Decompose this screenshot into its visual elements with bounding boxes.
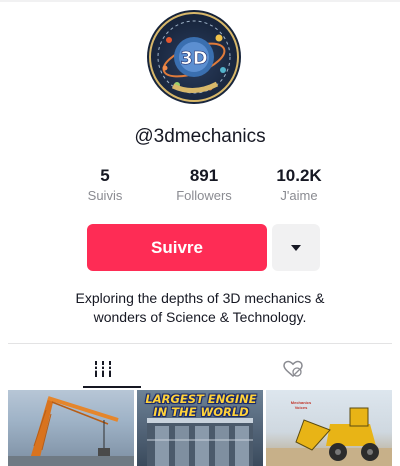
caret-down-icon — [291, 245, 301, 251]
stat-followers[interactable]: 891 Followers — [163, 166, 245, 205]
stat-following-label: Suivis — [87, 188, 123, 203]
video-grid: LARGEST ENGINE IN THE WORLD Mechanics Vo… — [8, 390, 392, 466]
profile-bio: Exploring the depths of 3D mechanics & w… — [40, 289, 360, 327]
video-thumbnail-engine[interactable]: LARGEST ENGINE IN THE WORLD — [137, 390, 263, 466]
top-border — [0, 0, 400, 2]
more-options-button[interactable] — [272, 224, 320, 271]
crane-thumbnail — [8, 396, 134, 466]
avatar-3d-text: 3D — [180, 48, 207, 69]
tabs-divider — [8, 343, 392, 344]
stat-followers-label: Followers — [176, 188, 232, 203]
liked-heart-hidden-icon — [283, 360, 303, 377]
tab-active-indicator — [83, 386, 141, 388]
stat-likes-label: J'aime — [280, 188, 318, 203]
tab-videos[interactable] — [8, 350, 198, 388]
video-thumbnail-loader[interactable]: Mechanics Voices — [266, 390, 392, 466]
profile-handle: @3dmechanics — [134, 126, 266, 147]
follow-button[interactable]: Suivre — [87, 224, 267, 271]
video-watermark: Mechanics Voices — [284, 400, 318, 410]
stat-likes[interactable]: 10.2K J'aime — [261, 166, 337, 205]
stat-following[interactable]: 5 Suivis — [78, 166, 132, 205]
stat-followers-value: 891 — [189, 166, 219, 185]
stat-likes-value: 10.2K — [276, 166, 322, 185]
bio-line-2: wonders of Science & Technology. — [93, 309, 307, 325]
avatar[interactable]: 3D — [147, 10, 241, 104]
tab-liked[interactable] — [200, 350, 390, 388]
videos-grid-icon — [93, 361, 113, 377]
stat-following-value: 5 — [100, 166, 110, 185]
video-title: LARGEST ENGINE IN THE WORLD — [145, 393, 257, 419]
video-title-line-2: IN THE WORLD — [153, 405, 249, 419]
watermark-line-2: Voices — [294, 405, 308, 410]
bio-line-1: Exploring the depths of 3D mechanics & — [75, 290, 325, 306]
video-thumbnail-crane[interactable] — [8, 390, 134, 466]
3d-mechanics-logo-icon: 3D — [149, 12, 239, 102]
